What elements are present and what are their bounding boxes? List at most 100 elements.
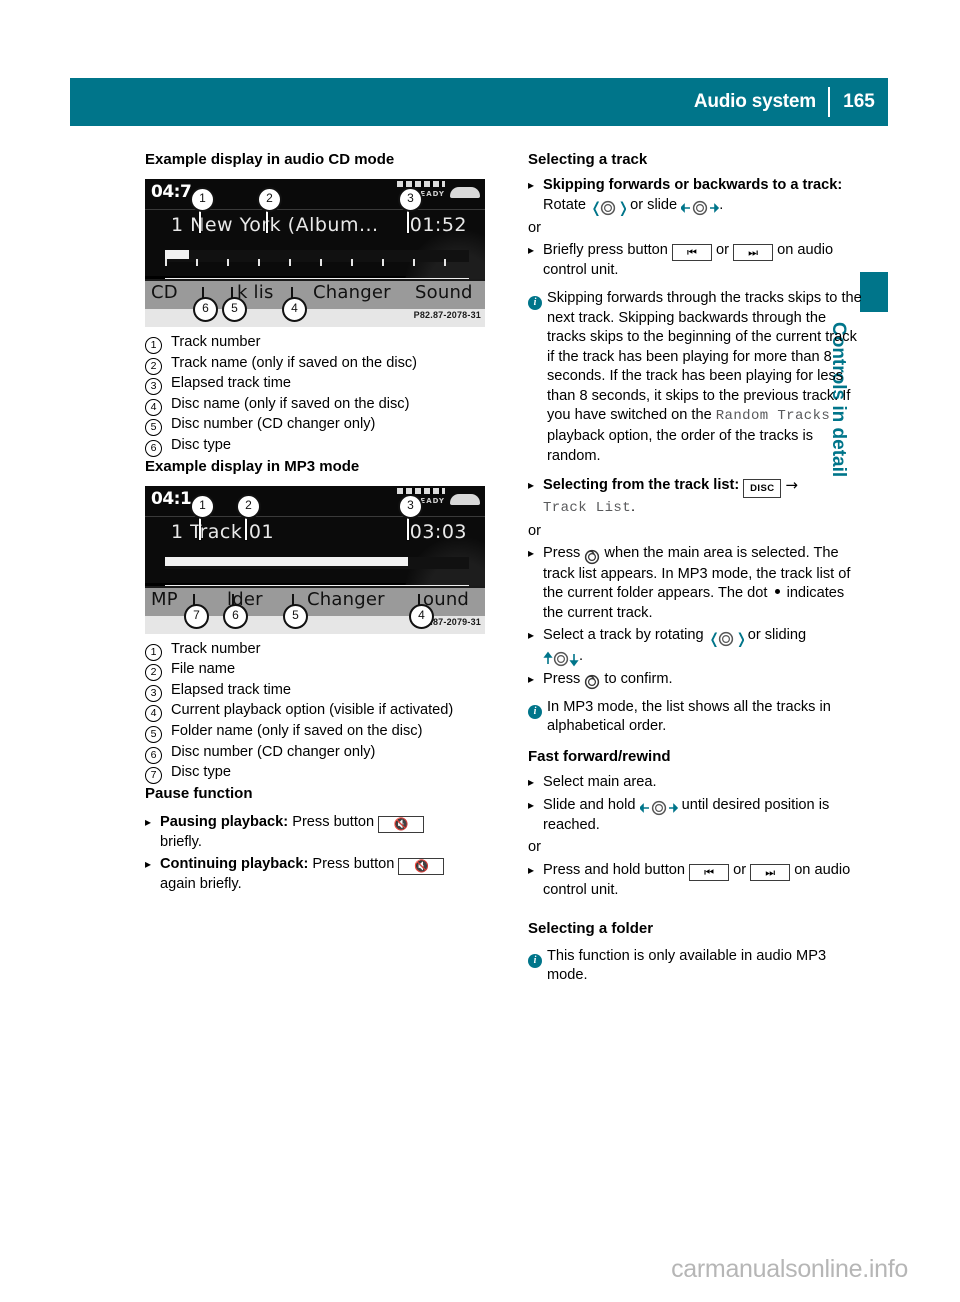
mp3-legend-text-6: Disc number (CD changer only) [171, 743, 376, 760]
cd-clock: 04:7 [151, 182, 192, 202]
select-track-text-1: Select a track by rotating [543, 627, 708, 644]
briefly-press-text-1: Briefly press button [543, 242, 672, 259]
mp3-alphabetical-note: i In MP3 mode, the list shows all the tr… [528, 698, 868, 737]
mp3-callout-3: 3 [398, 493, 423, 519]
cd-legend-num-4: 4 [145, 398, 162, 416]
confirm-text-1: Press [543, 670, 585, 687]
dot-marker-icon [774, 589, 780, 595]
cd-legend-text-5: Disc number (CD changer only) [171, 416, 376, 433]
legend-item: 4 Current playback option (visible if ac… [145, 701, 485, 723]
mp3-legend-text-1: Track number [171, 640, 261, 657]
cd-tab-0: CD [151, 282, 178, 303]
mp3-legend-num-7: 7 [145, 767, 162, 785]
page-title: Audio system [693, 91, 816, 112]
legend-item: 6 Disc type [145, 436, 485, 457]
cd-legend-text-3: Elapsed track time [171, 375, 292, 392]
skip-forward-button-icon[interactable]: ⏭ [750, 863, 791, 881]
track-list-term: Track List [543, 500, 632, 517]
skip-track-label: Skipping forwards or backwards to a trac… [543, 177, 843, 193]
select-main-area-text: Select main area. [543, 773, 657, 790]
skip-info-note: i Skipping forwards through the tracks s… [528, 289, 868, 466]
continuing-playback-step: ▸ Continuing playback: Press button 🔇 ag… [145, 855, 485, 895]
press-controller-icon [584, 549, 600, 565]
left-column: Example display in audio CD mode 04:7 RE… [145, 150, 485, 898]
cd-legend-num-3: 3 [145, 378, 162, 396]
mp3-legend-text-5: Folder name (only if saved on the disc) [171, 722, 423, 739]
step-arrow-icon: ▸ [528, 478, 535, 493]
step-arrow-icon: ▸ [528, 797, 535, 812]
mp3-legend-num-2: 2 [145, 664, 162, 682]
cd-callout-3: 3 [398, 187, 423, 212]
skip-note-part-2: playback option, the order of the tracks… [547, 428, 814, 464]
mp3-track-line: 1 Track 01 [171, 520, 275, 543]
press-controller-icon [584, 674, 600, 690]
cd-figure-code: P82.87-2078-31 [413, 310, 481, 321]
pause-function-heading: Pause function [145, 784, 253, 802]
skip-track-text-2: or slide [626, 196, 682, 213]
legend-item: 2 File name [145, 660, 485, 682]
select-track-text-2: or sliding [743, 627, 807, 644]
mp3-callout-6: 6 [223, 603, 248, 629]
step-arrow-icon: ▸ [528, 671, 535, 686]
slide-left-right-controller-icon [681, 200, 720, 216]
mp3-callout-7: 7 [184, 603, 209, 629]
info-icon: i [528, 704, 542, 719]
cd-legend-text-4: Disc name (only if saved on the disc) [171, 395, 410, 412]
skip-track-text-1: Rotate [543, 196, 591, 213]
cd-mode-display-figure: 04:7 READY 1 New York (Album... 01:52 CD… [145, 179, 485, 327]
briefly-press-text-2: or [711, 242, 734, 259]
cd-tab-2: Changer [313, 282, 391, 303]
folder-note-text: This function is only available in audio… [547, 947, 827, 984]
pausing-playback-step: ▸ Pausing playback: Press button 🔇 brief… [145, 813, 485, 853]
skip-track-step: ▸ Skipping forwards or backwards to a tr… [528, 176, 868, 216]
cd-mode-heading: Example display in audio CD mode [145, 151, 395, 168]
legend-item: 6 Disc number (CD changer only) [145, 743, 485, 764]
mp3-legend-num-1: 1 [145, 643, 162, 661]
mp3-legend-num-5: 5 [145, 725, 162, 743]
pausing-playback-text: Press button [288, 813, 379, 830]
mute-button-icon[interactable]: 🔇 [378, 815, 425, 833]
press-hold-text-2: or [729, 861, 751, 878]
cd-legend-num-6: 6 [145, 439, 162, 457]
mp3-legend-text-2: File name [171, 661, 236, 678]
mp3-tab-3: ound [423, 588, 470, 610]
select-track-step: ▸ Select a track by rotating ❬❭ or slidi… [528, 626, 868, 666]
skip-back-button-icon[interactable]: ⏮ [671, 244, 712, 262]
mp3-tab-2: Changer [307, 588, 385, 610]
cd-legend-text-2: Track name (only if saved on the disc) [171, 354, 418, 371]
select-track-text-3: . [579, 647, 584, 664]
slide-up-down-controller-icon [543, 651, 579, 667]
disc-button[interactable]: DISC [743, 479, 782, 499]
mp3-legend-list: 1 Track number 2 File name 3 Elapsed tra… [145, 640, 485, 785]
site-watermark: carmanualsonline.info [671, 1255, 908, 1283]
svg-text:❬: ❬ [708, 631, 721, 647]
mp3-tab-0: MP [151, 588, 178, 610]
selecting-track-heading: Selecting a track [528, 151, 648, 168]
cd-legend-num-5: 5 [145, 419, 162, 437]
step-arrow-icon: ▸ [145, 814, 152, 829]
legend-item: 5 Disc number (CD changer only) [145, 415, 485, 437]
track-list-label: Selecting from the track list: [543, 477, 740, 494]
mp3-callout-4: 4 [409, 603, 434, 629]
or-label-2: or [528, 522, 541, 539]
mute-button-icon[interactable]: 🔇 [398, 858, 445, 876]
svg-text:❭: ❭ [617, 200, 626, 216]
step-arrow-icon: ▸ [145, 857, 152, 872]
legend-item: 4 Disc name (only if saved on the disc) [145, 395, 485, 416]
svg-text:❬: ❬ [590, 200, 603, 216]
cd-progress-fill [165, 250, 190, 259]
mp3-main-area: 1 Track 01 03:03 [145, 516, 485, 634]
slide-and-hold-step: ▸ Slide and hold until desired position … [528, 796, 868, 836]
step-arrow-icon: ▸ [528, 243, 535, 258]
press-main-area-step: ▸ Press when the main area is selected. … [528, 544, 868, 623]
press-main-text-1: Press [543, 545, 585, 562]
slide-left-right-controller-icon [639, 800, 678, 816]
skip-back-button-icon[interactable]: ⏮ [689, 863, 730, 881]
right-arrow-icon: → [785, 476, 798, 495]
briefly-press-step: ▸ Briefly press button ⏮ or ⏭ on audio c… [528, 241, 868, 281]
confirm-step: ▸ Press to confirm. [528, 670, 868, 690]
cd-callout-4: 4 [282, 297, 307, 322]
cd-legend-text-6: Disc type [171, 436, 232, 453]
info-icon: i [528, 295, 542, 310]
skip-forward-button-icon[interactable]: ⏭ [733, 244, 774, 262]
